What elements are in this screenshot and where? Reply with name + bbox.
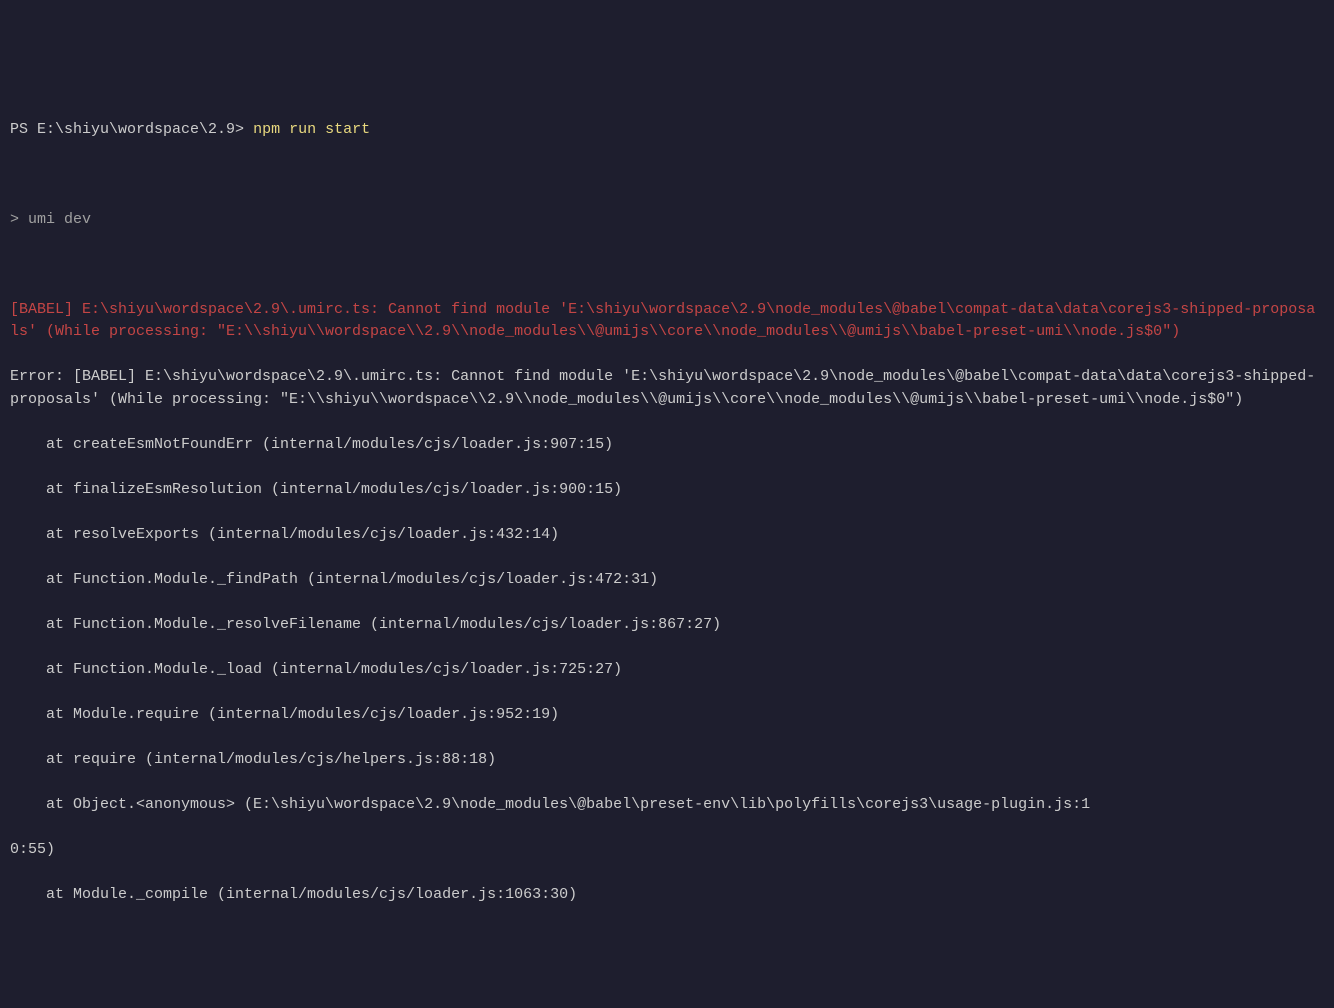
error-header: Error: [BABEL] E:\shiyu\wordspace\2.9\.u… bbox=[10, 366, 1324, 411]
stack-trace-line: at require (internal/modules/cjs/helpers… bbox=[10, 749, 1324, 772]
stack-trace-line: at Function.Module._load (internal/modul… bbox=[10, 659, 1324, 682]
blank-line bbox=[10, 254, 1324, 277]
stack-trace-line: at Function.Module._findPath (internal/m… bbox=[10, 569, 1324, 592]
stack-trace-line: at Module._compile (internal/modules/cjs… bbox=[10, 884, 1324, 907]
stack-trace-line: at finalizeEsmResolution (internal/modul… bbox=[10, 479, 1324, 502]
blank-line bbox=[10, 164, 1324, 187]
stack-trace-line: at Object.<anonymous> (E:\shiyu\wordspac… bbox=[10, 794, 1324, 817]
stack-trace-line-wrap: 0:55) bbox=[10, 839, 1324, 862]
stack-trace-line: at createEsmNotFoundErr (internal/module… bbox=[10, 434, 1324, 457]
babel-error-message: [BABEL] E:\shiyu\wordspace\2.9\.umirc.ts… bbox=[10, 299, 1324, 344]
command-text: npm run start bbox=[244, 121, 370, 138]
stack-trace-line: at Function.Module._resolveFilename (int… bbox=[10, 614, 1324, 637]
stack-trace-line: at resolveExports (internal/modules/cjs/… bbox=[10, 524, 1324, 547]
stack-trace-line: at Module.require (internal/modules/cjs/… bbox=[10, 704, 1324, 727]
prompt-path: E:\shiyu\wordspace\2.9> bbox=[37, 121, 244, 138]
umi-dev-line: > umi dev bbox=[10, 209, 1324, 232]
terminal-output[interactable]: PS E:\shiyu\wordspace\2.9> npm run start… bbox=[10, 96, 1324, 929]
prompt-ps: PS bbox=[10, 121, 37, 138]
prompt-line: PS E:\shiyu\wordspace\2.9> npm run start bbox=[10, 119, 1324, 142]
